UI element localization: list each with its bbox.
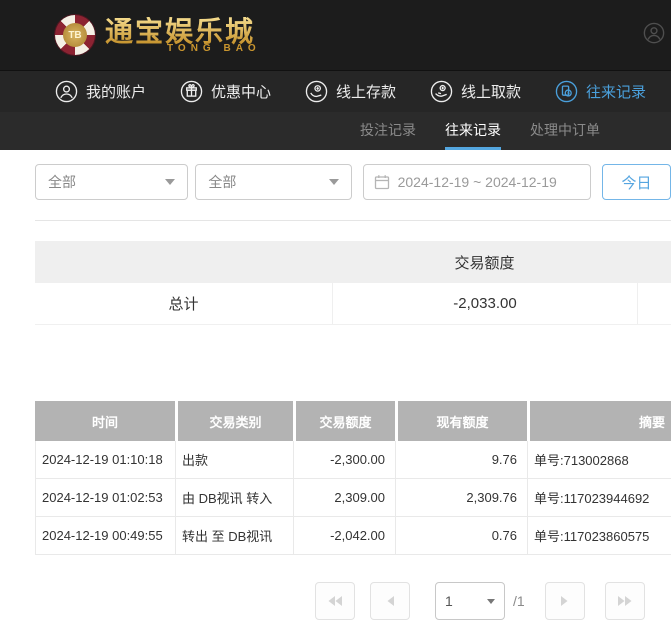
- table-row: 2024-12-19 01:02:53 由 DB视讯 转入 2,309.00 2…: [35, 479, 671, 517]
- category-select-value: 全部: [208, 172, 236, 192]
- today-button-label: 今日: [621, 172, 651, 193]
- date-range-input[interactable]: 2024-12-19 ~ 2024-12-19: [363, 164, 591, 200]
- nav-item-deposit[interactable]: 线上存款: [305, 80, 396, 103]
- left-arrow-icon: [386, 595, 395, 607]
- summary-total-amount: -2,033.00: [332, 283, 637, 324]
- nav-label: 优惠中心: [211, 81, 271, 102]
- records-clipboard-clock-icon: [555, 80, 578, 103]
- chevron-down-icon: [329, 179, 339, 185]
- summary-total-label: 总计: [35, 293, 332, 314]
- double-left-arrow-icon: [327, 595, 343, 607]
- record-tabs: 投注记录 往来记录 处理中订单: [0, 112, 671, 150]
- brand-logo[interactable]: TB 通宝娱乐城 TONG BAO: [55, 15, 261, 55]
- cell-type: 由 DB视讯 转入: [176, 479, 294, 516]
- type-select-value: 全部: [48, 172, 76, 192]
- cell-summary: 单号:713002868: [528, 441, 671, 478]
- prev-page-button[interactable]: [370, 582, 410, 620]
- withdraw-hand-coin-icon: [430, 80, 453, 103]
- header-balance: 现有额度: [398, 401, 527, 441]
- cell-balance: 9.76: [396, 441, 528, 478]
- tab-label: 往来记录: [445, 120, 501, 140]
- section-divider: [35, 220, 671, 221]
- total-pages-label: /1: [513, 593, 525, 609]
- cell-amount: -2,042.00: [294, 517, 396, 554]
- cell-balance: 2,309.76: [396, 479, 528, 516]
- page-select[interactable]: 1: [435, 582, 505, 620]
- cell-summary: 单号:117023944692: [528, 479, 671, 516]
- summary-table: 交易额度 总计 -2,033.00: [35, 241, 671, 325]
- page-select-value: 1: [445, 593, 453, 609]
- main-nav: 我的账户 优惠中心 线上存款 线上取款 往来: [0, 70, 671, 112]
- tab-label: 处理中订单: [530, 120, 600, 140]
- cell-balance: 0.76: [396, 517, 528, 554]
- cell-summary: 单号:117023860575: [528, 517, 671, 554]
- cell-amount: -2,300.00: [294, 441, 396, 478]
- table-row: 2024-12-19 01:10:18 出款 -2,300.00 9.76 单号…: [35, 441, 671, 479]
- tab-label: 投注记录: [360, 120, 416, 140]
- summary-header-row: 交易额度: [35, 241, 671, 283]
- header-summary: 摘要: [530, 401, 671, 441]
- nav-item-promotions[interactable]: 优惠中心: [180, 80, 271, 103]
- table-row: 2024-12-19 00:49:55 转出 至 DB视讯 -2,042.00 …: [35, 517, 671, 555]
- header-time: 时间: [35, 401, 175, 441]
- last-page-button[interactable]: [605, 582, 645, 620]
- top-header: TB 通宝娱乐城 TONG BAO: [0, 0, 671, 70]
- user-icon: [55, 80, 78, 103]
- gift-icon: [180, 80, 203, 103]
- tab-betting-records[interactable]: 投注记录: [360, 112, 416, 150]
- nav-item-my-account[interactable]: 我的账户: [55, 80, 146, 103]
- transactions-table: 时间 交易类别 交易额度 现有额度 摘要 2024-12-19 01:10:18…: [35, 401, 671, 555]
- user-avatar-icon[interactable]: [643, 22, 665, 44]
- right-arrow-icon: [560, 595, 569, 607]
- pagination: 1 /1: [0, 582, 671, 620]
- chip-label: TB: [63, 23, 87, 47]
- transactions-header-row: 时间 交易类别 交易额度 现有额度 摘要: [35, 401, 671, 441]
- tab-transaction-records[interactable]: 往来记录: [445, 112, 501, 150]
- brand-text: 通宝娱乐城 TONG BAO: [105, 17, 261, 54]
- nav-label: 线上存款: [336, 81, 396, 102]
- category-select[interactable]: 全部: [195, 164, 351, 200]
- summary-total-row: 总计 -2,033.00: [35, 283, 671, 325]
- chevron-down-icon: [165, 179, 175, 185]
- type-select[interactable]: 全部: [35, 164, 188, 200]
- calendar-icon: [374, 174, 390, 190]
- deposit-hand-coin-icon: [305, 80, 328, 103]
- brand-name-en: TONG BAO: [167, 43, 261, 54]
- cell-time: 2024-12-19 00:49:55: [36, 517, 176, 554]
- cell-type: 转出 至 DB视讯: [176, 517, 294, 554]
- nav-label: 往来记录: [586, 81, 646, 102]
- summary-header-amount: 交易额度: [332, 252, 637, 273]
- summary-total-clipped: [637, 283, 671, 324]
- nav-label: 我的账户: [86, 81, 146, 102]
- header-amount: 交易额度: [296, 401, 395, 441]
- next-page-button[interactable]: [545, 582, 585, 620]
- poker-chip-icon: TB: [55, 15, 95, 55]
- cell-type: 出款: [176, 441, 294, 478]
- cell-time: 2024-12-19 01:10:18: [36, 441, 176, 478]
- nav-item-withdraw[interactable]: 线上取款: [430, 80, 521, 103]
- tab-processing-orders[interactable]: 处理中订单: [530, 112, 600, 150]
- cell-amount: 2,309.00: [294, 479, 396, 516]
- cell-time: 2024-12-19 01:02:53: [36, 479, 176, 516]
- first-page-button[interactable]: [315, 582, 355, 620]
- header-type: 交易类别: [178, 401, 293, 441]
- today-button[interactable]: 今日: [602, 164, 671, 200]
- content-area: 全部 全部 2024-12-19 ~ 2024-12-19 今日 交易额度: [0, 150, 671, 620]
- chevron-down-icon: [487, 599, 495, 604]
- filter-bar: 全部 全部 2024-12-19 ~ 2024-12-19 今日: [0, 164, 671, 200]
- double-right-arrow-icon: [617, 595, 633, 607]
- nav-item-transaction-records[interactable]: 往来记录: [555, 80, 646, 103]
- nav-label: 线上取款: [461, 81, 521, 102]
- date-range-value: 2024-12-19 ~ 2024-12-19: [398, 174, 557, 190]
